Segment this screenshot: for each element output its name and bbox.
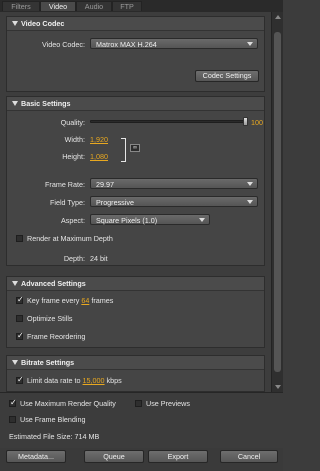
estimated-size-label: Estimated File Size: xyxy=(9,432,73,441)
height-label: Height: xyxy=(62,152,85,161)
section-title: Bitrate Settings xyxy=(21,358,75,367)
use-previews-label: Use Previews xyxy=(146,399,190,408)
quality-slider-track[interactable] xyxy=(90,120,248,123)
basic-settings-section: Basic Settings Quality: 100 Width: 1,920… xyxy=(6,96,265,266)
collapse-triangle-icon[interactable] xyxy=(12,21,18,26)
field-type-dropdown[interactable]: Progressive xyxy=(90,196,258,207)
aspect-link-bracket xyxy=(121,138,126,162)
frame-reordering-label: Frame Reordering xyxy=(27,332,86,341)
cancel-button[interactable]: Cancel xyxy=(220,450,278,463)
width-label: Width: xyxy=(64,135,85,144)
max-render-quality-checkbox[interactable] xyxy=(9,398,17,407)
keyframe-label: Key frame every 64 frames xyxy=(27,296,113,305)
tab-filters[interactable]: Filters xyxy=(2,1,40,11)
aspect-dropdown[interactable]: Square Pixels (1.0) xyxy=(90,214,210,225)
export-button[interactable]: Export xyxy=(148,450,208,463)
codec-settings-button[interactable]: Codec Settings xyxy=(195,70,259,82)
chevron-down-icon xyxy=(247,42,253,46)
scroll-up-icon[interactable] xyxy=(275,15,281,19)
depth-label: Depth: xyxy=(63,254,85,263)
bitrate-settings-header[interactable]: Bitrate Settings xyxy=(7,356,264,370)
scroll-down-icon[interactable] xyxy=(275,385,281,389)
field-type-label: Field Type: xyxy=(49,198,85,207)
advanced-settings-header[interactable]: Advanced Settings xyxy=(7,277,264,291)
frame-blending-checkbox[interactable] xyxy=(9,416,16,423)
dropdown-value: 29.97 xyxy=(96,180,114,189)
depth-value: 24 bit xyxy=(90,254,108,263)
video-codec-label: Video Codec: xyxy=(41,40,85,49)
keyframe-value[interactable]: 64 xyxy=(81,296,89,305)
keyframe-checkbox[interactable] xyxy=(16,295,24,304)
advanced-settings-section: Advanced Settings Key frame every 64 fra… xyxy=(6,276,265,348)
dropdown-value: Matrox MAX H.264 xyxy=(96,40,157,49)
chevron-down-icon xyxy=(247,200,253,204)
max-render-quality-label: Use Maximum Render Quality xyxy=(20,399,116,408)
quality-label: Quality: xyxy=(60,118,85,127)
optimize-stills-checkbox[interactable] xyxy=(16,315,23,322)
divider xyxy=(0,392,283,393)
scroll-thumb[interactable] xyxy=(274,32,281,372)
render-max-depth-label: Render at Maximum Depth xyxy=(27,234,113,243)
section-title: Video Codec xyxy=(21,19,65,28)
frame-rate-label: Frame Rate: xyxy=(45,180,85,189)
render-max-depth-checkbox[interactable] xyxy=(16,235,23,242)
bitrate-settings-section: Bitrate Settings Limit data rate to 15,0… xyxy=(6,355,265,392)
height-value[interactable]: 1,080 xyxy=(90,152,108,161)
optimize-stills-label: Optimize Stills xyxy=(27,314,73,323)
use-previews-checkbox[interactable] xyxy=(135,400,142,407)
aspect-label: Aspect: xyxy=(61,216,85,225)
chain-link-icon[interactable]: ∞ xyxy=(130,144,140,152)
vertical-scrollbar[interactable] xyxy=(271,12,283,392)
footer: Metadata... Queue Export Cancel xyxy=(0,448,283,471)
tab-video[interactable]: Video xyxy=(40,1,76,11)
basic-settings-header[interactable]: Basic Settings xyxy=(7,97,264,111)
chevron-down-icon xyxy=(247,182,253,186)
dropdown-value: Square Pixels (1.0) xyxy=(96,216,158,225)
frame-rate-dropdown[interactable]: 29.97 xyxy=(90,178,258,189)
chevron-down-icon xyxy=(199,218,205,222)
collapse-triangle-icon[interactable] xyxy=(12,101,18,106)
quality-value[interactable]: 100 xyxy=(251,118,263,127)
limit-prefix: Limit data rate to xyxy=(27,376,81,385)
video-codec-section: Video Codec Video Codec: Matrox MAX H.26… xyxy=(6,16,265,92)
queue-button[interactable]: Queue xyxy=(84,450,144,463)
section-title: Basic Settings xyxy=(21,99,71,108)
collapse-triangle-icon[interactable] xyxy=(12,281,18,286)
keyframe-suffix: frames xyxy=(91,296,114,305)
width-value[interactable]: 1,920 xyxy=(90,135,108,144)
estimated-size-value: 714 MB xyxy=(74,432,100,441)
limit-value[interactable]: 15,000 xyxy=(83,376,105,385)
limit-suffix: kbps xyxy=(106,376,122,385)
frame-blending-label: Use Frame Blending xyxy=(20,415,86,424)
collapse-triangle-icon[interactable] xyxy=(12,360,18,365)
tab-ftp[interactable]: FTP xyxy=(112,1,142,11)
frame-reordering-checkbox[interactable] xyxy=(16,331,24,340)
quality-slider-knob[interactable] xyxy=(243,117,248,126)
limit-data-rate-label: Limit data rate to 15,000 kbps xyxy=(27,376,122,385)
keyframe-prefix: Key frame every xyxy=(27,296,80,305)
section-title: Advanced Settings xyxy=(21,279,86,288)
video-codec-header[interactable]: Video Codec xyxy=(7,17,264,31)
dropdown-value: Progressive xyxy=(96,198,134,207)
estimated-file-size: Estimated File Size: 714 MB xyxy=(9,432,99,441)
video-codec-dropdown[interactable]: Matrox MAX H.264 xyxy=(90,38,258,49)
limit-data-rate-checkbox[interactable] xyxy=(16,375,24,384)
tab-audio[interactable]: Audio xyxy=(76,1,112,11)
metadata-button[interactable]: Metadata... xyxy=(6,450,66,463)
